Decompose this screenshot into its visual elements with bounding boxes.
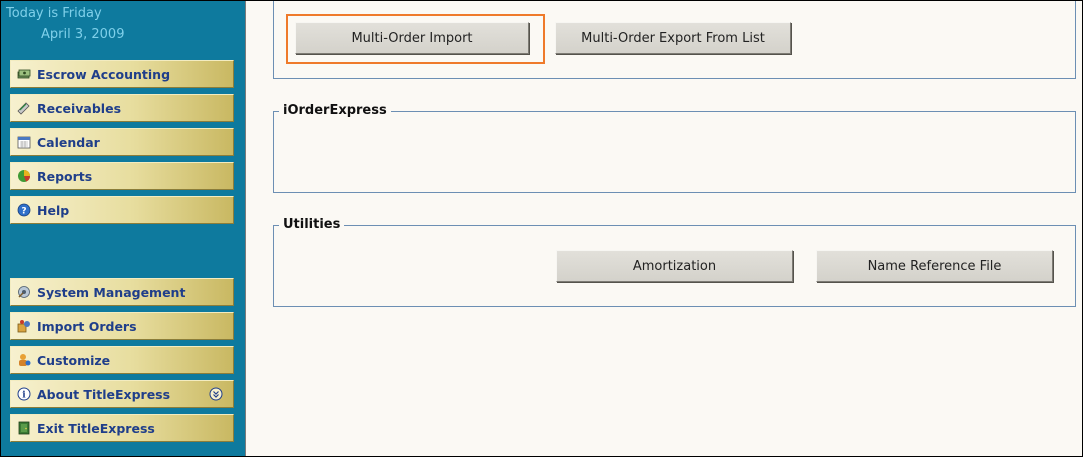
utilities-title: Utilities [279, 217, 345, 233]
nav-import-orders[interactable]: Import Orders [10, 312, 234, 340]
info-icon: i [17, 387, 31, 401]
exit-door-icon [17, 421, 31, 435]
nav-exit-titleexpress[interactable]: Exit TitleExpress [10, 414, 234, 442]
amortization-button[interactable]: Amortization [556, 250, 793, 282]
nav-help[interactable]: ? Help [10, 196, 234, 224]
svg-text:i: i [22, 391, 26, 401]
sidebar: Today is Friday April 3, 2009 Escrow Acc… [1, 1, 245, 456]
date-text: April 3, 2009 [41, 27, 125, 42]
nav-about-titleexpress[interactable]: i About TitleExpress [10, 380, 234, 408]
nav-label: Import Orders [37, 318, 137, 334]
nav-system-management[interactable]: System Management [10, 278, 234, 306]
calendar-icon [17, 135, 31, 149]
date-weekday-text: Today is Friday [6, 6, 102, 21]
chevron-double-down-icon[interactable] [209, 387, 223, 401]
system-management-icon [17, 285, 31, 299]
nav-label: Reports [37, 168, 93, 184]
nav-reports[interactable]: Reports [10, 162, 234, 190]
multi-order-export-button[interactable]: Multi-Order Export From List [555, 22, 791, 54]
nav-label: Receivables [37, 100, 122, 116]
import-orders-icon [17, 319, 31, 333]
main-content: Multi-Order Import Multi-Order Export Fr… [245, 1, 1082, 456]
nav-label: Calendar [37, 134, 100, 150]
nav-label: Escrow Accounting [37, 66, 171, 82]
name-reference-file-button[interactable]: Name Reference File [816, 250, 1053, 282]
nav-customize[interactable]: Customize [10, 346, 234, 374]
nav-calendar[interactable]: Calendar [10, 128, 234, 156]
focus-highlight [286, 14, 545, 64]
iorderexpress-group: iOrderExpress [273, 103, 1076, 193]
money-stack-icon [17, 67, 31, 81]
app-window: Today is Friday April 3, 2009 Escrow Acc… [0, 0, 1083, 457]
nav-escrow-accounting[interactable]: Escrow Accounting [10, 60, 234, 88]
receivables-icon [17, 101, 31, 115]
help-icon: ? [17, 203, 31, 217]
nav-label: Help [37, 202, 70, 218]
svg-text:?: ? [21, 207, 26, 217]
nav-receivables[interactable]: Receivables [10, 94, 234, 122]
nav-label: System Management [37, 284, 186, 300]
iorderexpress-title: iOrderExpress [279, 103, 391, 119]
nav-label: Exit TitleExpress [37, 420, 155, 436]
reports-pie-icon [17, 169, 31, 183]
nav-label: Customize [37, 352, 111, 368]
customize-icon [17, 353, 31, 367]
utilities-group: Utilities Amortization Name Reference Fi… [273, 217, 1076, 307]
nav-label: About TitleExpress [37, 386, 171, 402]
